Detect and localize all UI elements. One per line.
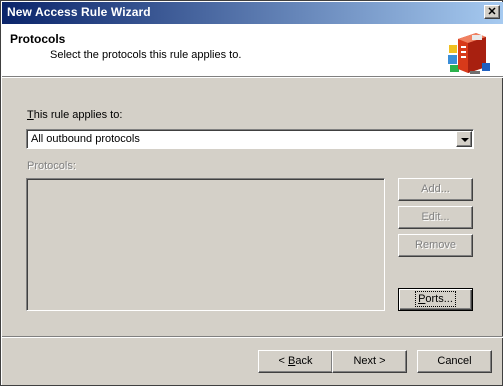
page-subtitle: Select the protocols this rule applies t…: [50, 49, 242, 61]
wizard-window: New Access Rule Wizard ✕ Protocols Selec…: [0, 0, 503, 386]
remove-button-label: Remove: [415, 239, 456, 251]
rule-applies-label: This rule applies to:: [27, 109, 123, 121]
protocols-list[interactable]: [26, 178, 385, 311]
remove-button[interactable]: Remove: [398, 234, 473, 257]
next-button-label: Next >: [353, 355, 386, 367]
rule-applies-dropdown[interactable]: All outbound protocols: [26, 129, 474, 149]
add-button[interactable]: Add...: [398, 178, 473, 201]
page-title: Protocols: [10, 32, 66, 46]
title-bar[interactable]: New Access Rule Wizard ✕: [2, 2, 503, 24]
back-button[interactable]: < Back: [258, 350, 333, 373]
close-icon: ✕: [487, 6, 497, 18]
rule-applies-selected: All outbound protocols: [31, 133, 140, 145]
footer-divider: [2, 336, 503, 338]
window-title: New Access Rule Wizard: [7, 5, 151, 19]
chevron-down-icon[interactable]: [456, 131, 472, 147]
firewall-server-icon: [448, 33, 490, 74]
cancel-button[interactable]: Cancel: [417, 350, 492, 373]
protocols-label: Protocols:: [27, 160, 76, 172]
next-button[interactable]: Next >: [332, 350, 407, 373]
cancel-button-label: Cancel: [437, 355, 472, 367]
ports-button-label: Ports...: [415, 291, 456, 307]
back-button-label: < Back: [278, 355, 313, 367]
add-button-label: Add...: [421, 183, 450, 195]
close-button[interactable]: ✕: [484, 5, 500, 19]
wizard-header: Protocols Select the protocols this rule…: [2, 24, 503, 76]
header-divider: [2, 76, 503, 78]
edit-button-label: Edit...: [421, 211, 450, 223]
edit-button[interactable]: Edit...: [398, 206, 473, 229]
ports-button[interactable]: Ports...: [398, 288, 473, 311]
